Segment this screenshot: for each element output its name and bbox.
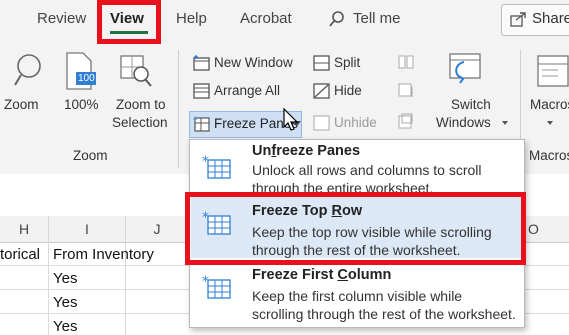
switch-windows-icon: [446, 52, 482, 95]
mouse-pointer-icon: [282, 107, 300, 137]
freeze-first-column-title: Freeze First Column: [252, 267, 392, 283]
cell-h-row1[interactable]: torical: [0, 246, 40, 263]
arrange-all-button[interactable]: Arrange All: [214, 83, 280, 98]
cell-yes-2[interactable]: Yes: [53, 294, 77, 311]
freeze-panes-icon: *: [193, 116, 211, 137]
tab-help[interactable]: Help: [176, 10, 207, 27]
view-side-by-side-icon[interactable]: [398, 55, 414, 74]
page-100-icon: [66, 52, 96, 90]
column-header-j[interactable]: J: [126, 216, 189, 243]
new-window-button[interactable]: New Window: [214, 55, 293, 70]
zoom-label: Zoom: [4, 97, 39, 112]
unfreeze-panes-desc-1: Unlock all rows and columns to scroll: [252, 162, 482, 178]
tab-acrobat[interactable]: Acrobat: [240, 10, 292, 27]
hide-icon: [313, 83, 330, 104]
share-button[interactable]: Share: [501, 4, 569, 36]
tell-me-search[interactable]: Tell me: [353, 10, 401, 27]
svg-text:*: *: [202, 154, 209, 170]
magnifier-icon: [14, 54, 41, 86]
cell-i-row1[interactable]: From Inventory: [53, 246, 154, 263]
column-header-h[interactable]: H: [0, 216, 49, 243]
page-100-badge: 100: [78, 73, 95, 84]
svg-text:*: *: [202, 274, 209, 290]
switch-label-2[interactable]: Windows: [436, 114, 491, 131]
column-header-o[interactable]: O: [520, 216, 569, 243]
cell-yes-3[interactable]: Yes: [53, 318, 77, 335]
freeze-first-column-desc-1: Keep the first column visible while: [252, 288, 463, 304]
unhide-button: Unhide: [334, 115, 377, 130]
switch-label-1[interactable]: Switch: [451, 96, 491, 113]
zoom-group-label: Zoom: [73, 148, 108, 163]
split-button[interactable]: Split: [334, 55, 360, 70]
switch-chevron-down-icon: [502, 121, 508, 125]
freeze-first-column-desc-2: scrolling through the rest of the worksh…: [252, 306, 516, 322]
unhide-icon: [313, 115, 330, 136]
freeze-first-column-icon: *: [202, 274, 231, 299]
macros-chevron-down-icon: [547, 121, 553, 125]
zoom-100-label: 100%: [64, 97, 99, 112]
zoom-to-selection-button[interactable]: [119, 52, 153, 95]
tab-review[interactable]: Review: [37, 10, 86, 27]
macros-button[interactable]: Macros: [530, 96, 569, 113]
zoom-selection-icon: [120, 55, 152, 87]
zoom-to-label-1: Zoom to: [116, 97, 166, 112]
unfreeze-panes-title: Unfreeze Panes: [252, 143, 361, 159]
cell-yes-1[interactable]: Yes: [53, 270, 77, 287]
share-label: Share: [532, 10, 569, 27]
arrange-all-icon: [193, 83, 211, 104]
macros-icon: [534, 52, 569, 95]
zoom-to-label-2: Selection: [112, 115, 168, 130]
view-tab-highlight: [97, 0, 161, 44]
new-window-icon: [193, 55, 211, 76]
reset-window-position-icon[interactable]: [398, 113, 414, 134]
macros-group-label: Macros: [529, 148, 569, 163]
column-header-i[interactable]: I: [49, 216, 126, 243]
zoom-100-button[interactable]: 100: [64, 52, 96, 90]
lightbulb-search-icon[interactable]: [328, 10, 346, 33]
menu-item-freeze-first-column[interactable]: * Freeze First Column Keep the first col…: [190, 260, 524, 326]
unfreeze-panes-icon: *: [202, 154, 231, 179]
hide-button[interactable]: Hide: [334, 83, 362, 98]
synchronous-scrolling-icon[interactable]: [398, 83, 414, 104]
share-icon: [510, 11, 528, 32]
freeze-top-row-highlight: [185, 192, 526, 265]
svg-text:*: *: [193, 116, 198, 126]
split-icon: [313, 55, 330, 76]
menu-item-unfreeze-panes[interactable]: * Unfreeze Panes Unlock all rows and col…: [190, 140, 524, 196]
zoom-button[interactable]: [14, 52, 44, 95]
group-divider: [178, 50, 179, 168]
